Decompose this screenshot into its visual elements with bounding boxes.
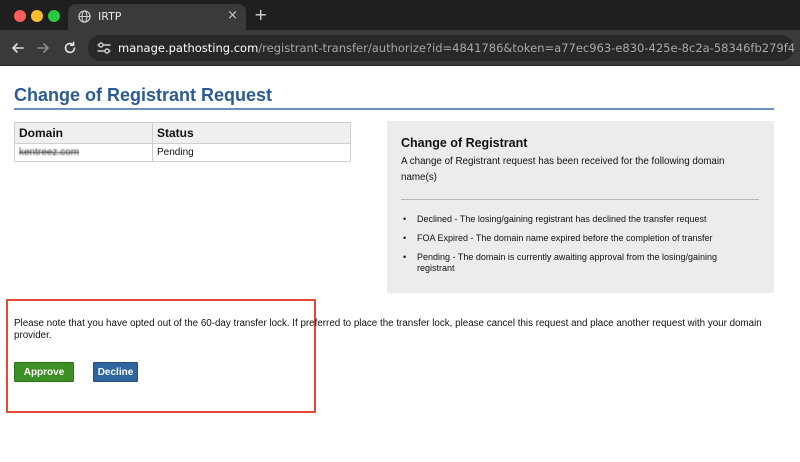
table-row: kentreez.com Pending <box>14 143 351 162</box>
tab-title: IRTP <box>98 10 122 23</box>
browser-tab-bar: IRTP × + <box>0 0 800 30</box>
info-title: Change of Registrant <box>401 136 528 150</box>
new-tab-button[interactable]: + <box>254 5 267 24</box>
info-description: A change of Registrant request has been … <box>401 156 725 183</box>
table-header-row: Domain Status <box>14 122 351 144</box>
browser-tab[interactable]: IRTP × <box>68 4 246 30</box>
info-divider <box>401 199 759 200</box>
reload-icon[interactable] <box>61 39 79 57</box>
url-path: /registrant-transfer/authorize?id=484178… <box>258 41 796 55</box>
url-text: manage.pathosting.com/registrant-transfe… <box>118 41 795 55</box>
url-host: manage.pathosting.com <box>118 41 259 55</box>
maximize-window-button[interactable] <box>48 10 60 22</box>
page-title: Change of Registrant Request <box>14 85 273 105</box>
minimize-window-button[interactable] <box>31 10 43 22</box>
column-header-domain: Domain <box>14 122 153 144</box>
column-header-status: Status <box>152 122 351 144</box>
list-item-pending: Pending - The domain is currently awaiti… <box>401 252 753 274</box>
list-item-foa-expired: FOA Expired - The domain name expired be… <box>401 233 753 244</box>
close-window-button[interactable] <box>14 10 26 22</box>
transfer-lock-notice: Please note that you have opted out of t… <box>14 318 762 341</box>
approve-button[interactable]: Approve <box>14 362 74 382</box>
globe-icon <box>78 10 91 23</box>
site-settings-icon[interactable] <box>96 41 112 55</box>
browser-toolbar: manage.pathosting.com/registrant-transfe… <box>0 30 800 66</box>
status-legend-list: Declined - The losing/gaining registrant… <box>401 214 753 282</box>
list-item-declined: Declined - The losing/gaining registrant… <box>401 214 753 225</box>
forward-arrow-icon[interactable] <box>34 39 52 57</box>
domain-name: kentreez.com <box>19 147 80 158</box>
domain-table: Domain Status kentreez.com Pending <box>14 122 351 162</box>
info-panel: Change of Registrant A change of Registr… <box>387 121 774 293</box>
title-divider <box>14 108 774 110</box>
address-bar[interactable]: manage.pathosting.com/registrant-transfe… <box>88 35 795 61</box>
tab-close-button[interactable]: × <box>227 8 238 23</box>
highlight-box <box>6 299 316 413</box>
status-cell: Pending <box>152 143 351 162</box>
domain-cell: kentreez.com <box>14 143 153 162</box>
decline-button[interactable]: Decline <box>93 362 138 382</box>
back-arrow-icon[interactable] <box>9 39 27 57</box>
